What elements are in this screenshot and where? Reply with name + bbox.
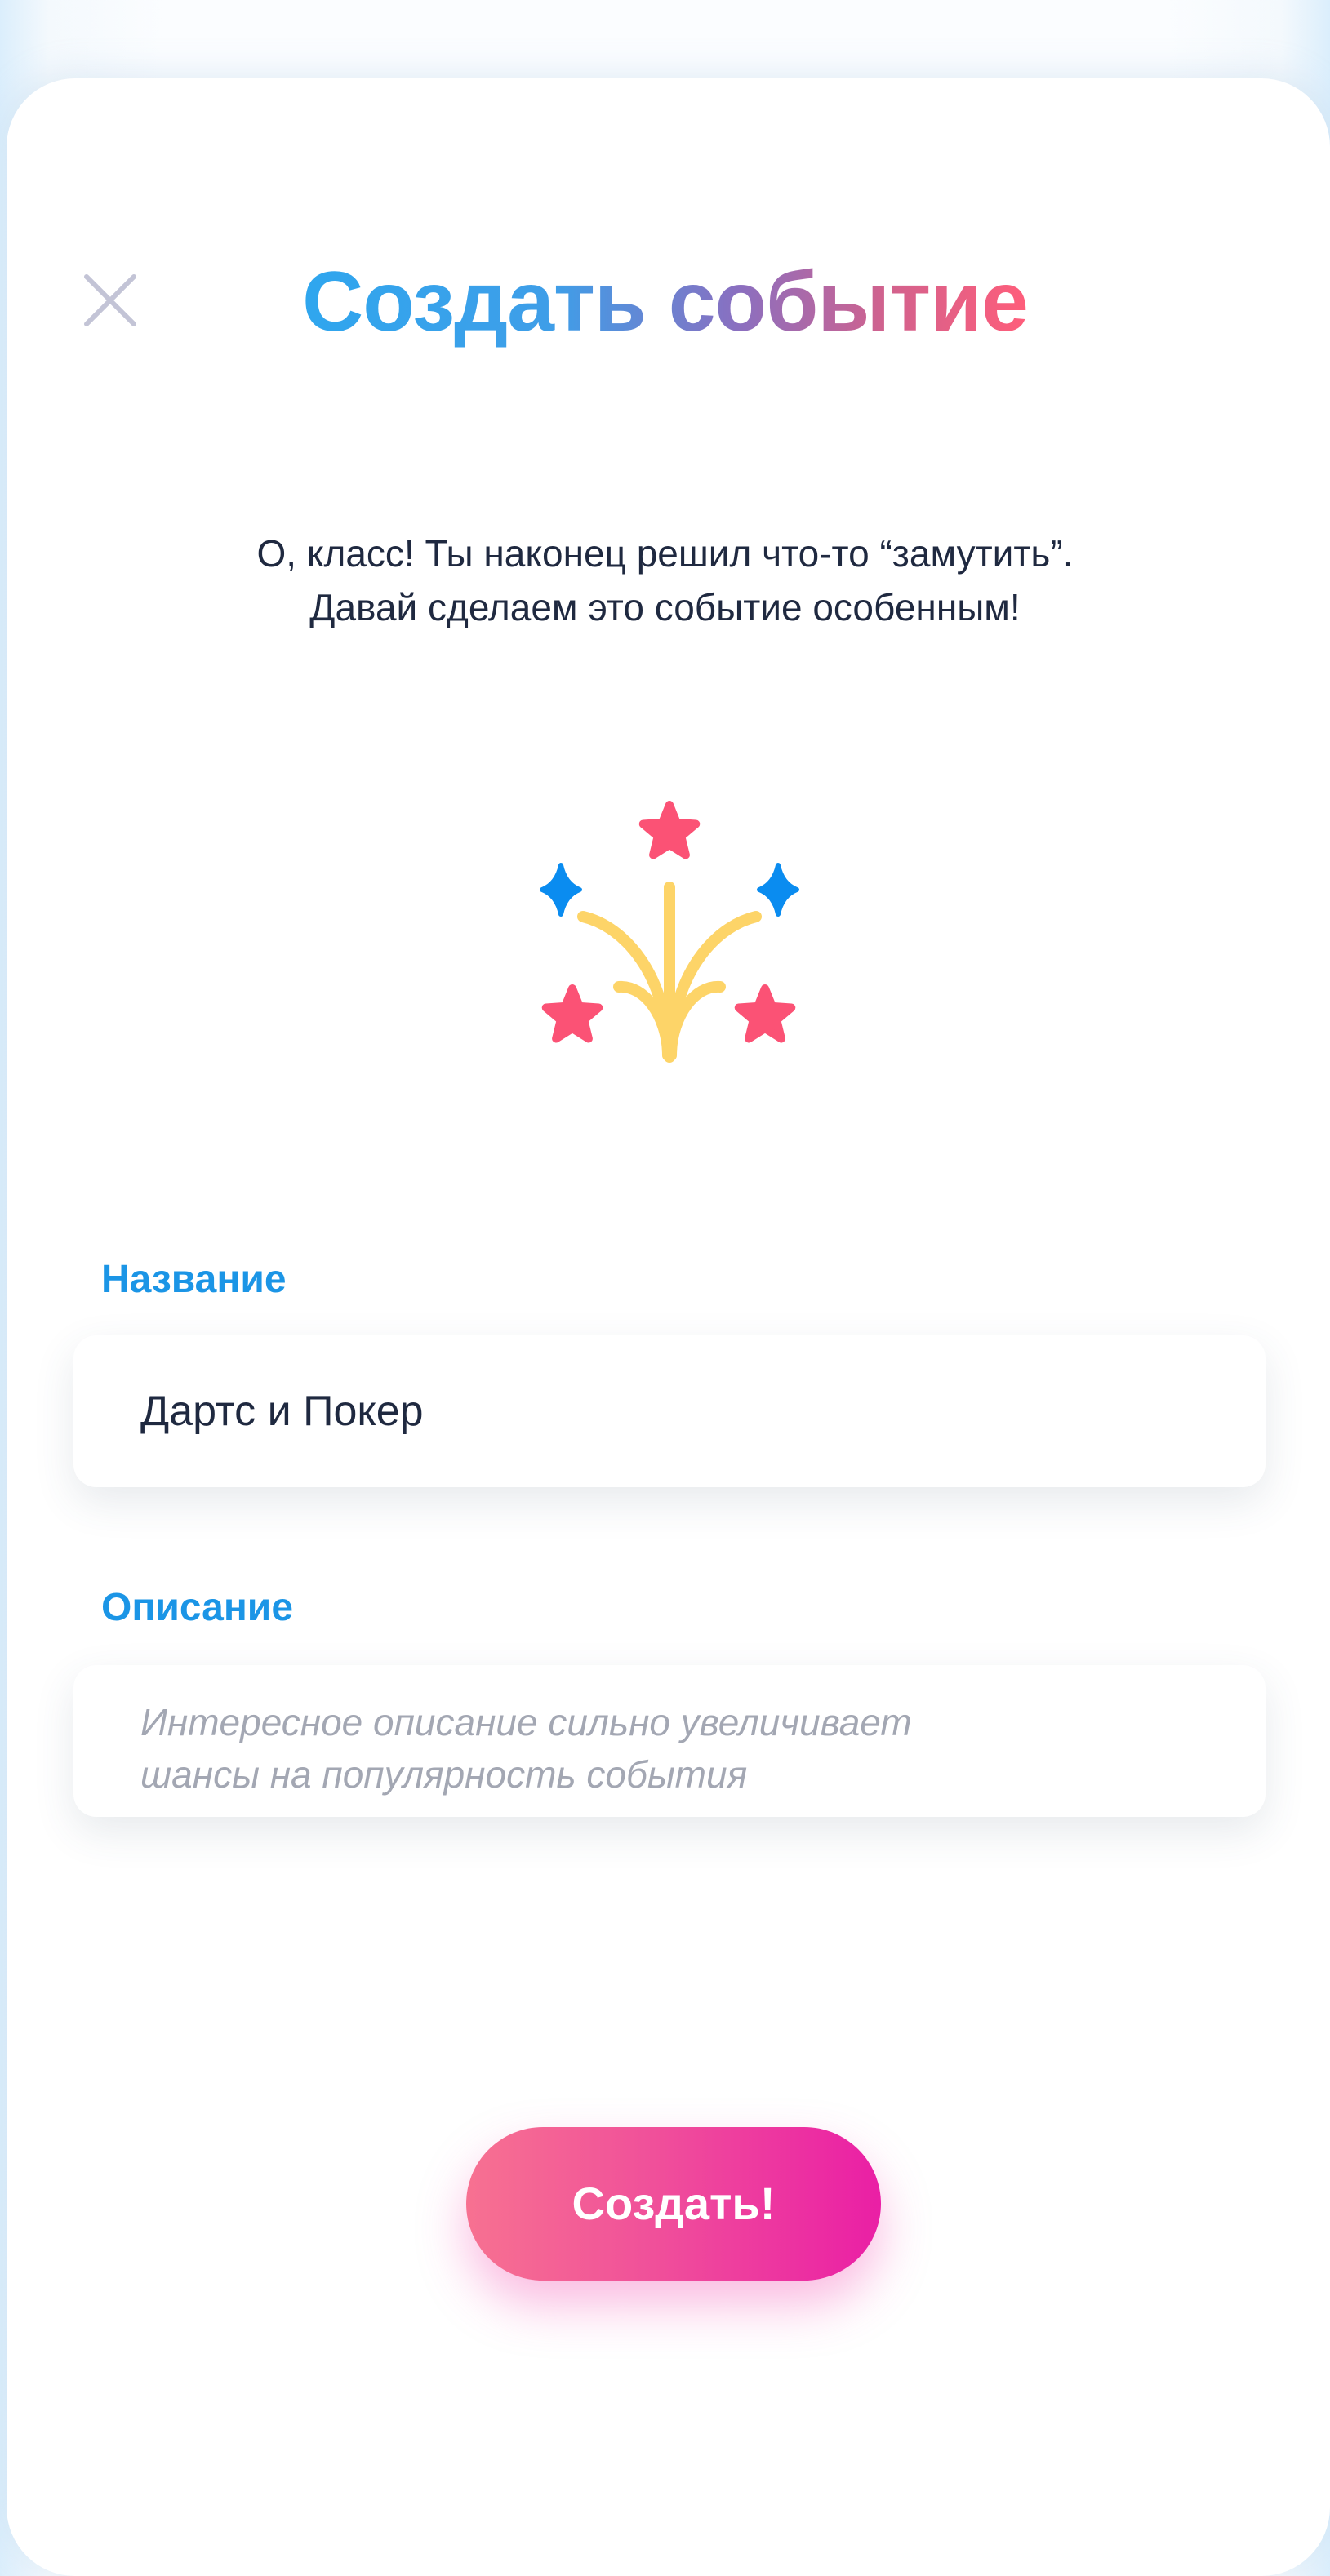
description-field[interactable]: Интересное описание сильно увеличивает ш… bbox=[73, 1665, 1266, 1817]
name-field[interactable]: Дартс и Покер bbox=[73, 1335, 1266, 1487]
description-field-placeholder[interactable]: Интересное описание сильно увеличивает ш… bbox=[140, 1696, 1039, 1801]
intro-line-2: Давай сделаем это событие особенным! bbox=[309, 586, 1021, 628]
name-field-value[interactable]: Дартс и Покер bbox=[140, 1384, 424, 1438]
fireworks-icon bbox=[540, 801, 799, 1063]
intro-line-1: О, класс! Ты наконец решил что-то “замут… bbox=[256, 532, 1074, 575]
name-label: Название bbox=[101, 1258, 287, 1301]
sparkle-right bbox=[757, 863, 799, 917]
create-button[interactable]: Создать! bbox=[466, 2127, 881, 2281]
star-right bbox=[734, 984, 796, 1043]
description-label: Описание bbox=[101, 1586, 294, 1629]
star-left bbox=[541, 984, 603, 1043]
intro-text: О, класс! Ты наконец решил что-то “замут… bbox=[0, 526, 1330, 634]
page-title-text: Создать событие bbox=[302, 255, 1029, 349]
page-title: Создать событие bbox=[0, 245, 1330, 359]
star-top bbox=[638, 801, 701, 859]
sparkle-left bbox=[540, 863, 582, 917]
